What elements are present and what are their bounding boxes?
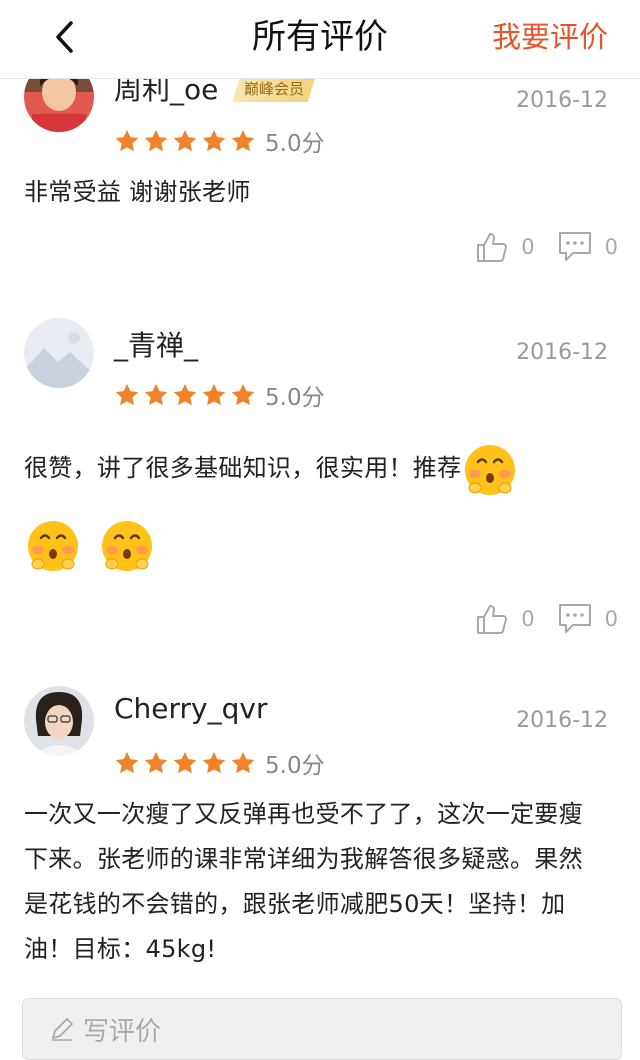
review-actions: 0 0 xyxy=(453,230,618,264)
star-icon xyxy=(173,751,197,774)
rating-stars: 5.0分 xyxy=(114,124,325,158)
star-icon xyxy=(115,383,139,406)
member-badge: 巅峰会员 xyxy=(232,76,317,102)
star-icon xyxy=(115,129,139,152)
review-text: 一次又一次瘦了又反弹再也受不了了，这次一定要瘦下来。张老师的课非常详细为我解答很… xyxy=(24,800,583,963)
star-icon xyxy=(202,383,226,406)
star-icon xyxy=(231,751,255,774)
review-date: 2016-12 xyxy=(516,708,608,733)
star-icon xyxy=(115,751,139,774)
rating-score: 5.0分 xyxy=(265,385,325,411)
star-icon xyxy=(231,129,255,152)
write-review-bar[interactable]: 写评价 xyxy=(22,998,622,1060)
review-text: 非常受益 谢谢张老师 xyxy=(24,178,251,206)
comment-count: 0 xyxy=(604,607,618,631)
review-actions: 0 0 xyxy=(453,602,618,636)
star-icon xyxy=(144,129,168,152)
review-date: 2016-12 xyxy=(516,340,608,365)
comment-count: 0 xyxy=(604,235,618,259)
avatar[interactable] xyxy=(24,686,94,756)
back-button[interactable] xyxy=(44,14,84,60)
like-button[interactable]: 0 xyxy=(475,230,535,264)
review-item: Cherry_qvr 2016-12 5.0分 一次又一次瘦了又反弹再也受不了了… xyxy=(0,666,640,1047)
shy-emoji-icon xyxy=(98,516,156,574)
review-text: 很赞，讲了很多基础知识，很实用！推荐 xyxy=(24,454,462,482)
reviewer-name[interactable]: Cherry_qvr xyxy=(114,692,267,725)
star-icon xyxy=(173,129,197,152)
star-icon xyxy=(231,383,255,406)
star-icon xyxy=(144,751,168,774)
review-item: _青禅_ 2016-12 5.0分 很赞，讲了很多基础知识，很实用！推荐 0 0 xyxy=(0,298,640,667)
thumbs-up-icon xyxy=(477,233,508,262)
rating-score: 5.0分 xyxy=(265,753,325,779)
shy-emoji-icon xyxy=(461,440,519,498)
review-date: 2016-12 xyxy=(516,88,608,113)
rating-stars: 5.0分 xyxy=(114,378,325,412)
reviewer-name[interactable]: _青禅_ xyxy=(114,324,198,364)
nav-header: 所有评价 我要评价 xyxy=(0,0,640,79)
thumbs-up-icon xyxy=(477,605,508,634)
shy-emoji-icon xyxy=(24,516,82,574)
comment-button[interactable]: 0 xyxy=(557,230,618,264)
page-title: 所有评价 xyxy=(252,17,388,57)
comment-icon xyxy=(558,232,591,261)
avatar[interactable] xyxy=(24,318,94,388)
star-icon xyxy=(202,129,226,152)
review-text-block: 很赞，讲了很多基础知识，很实用！推荐 xyxy=(24,430,604,582)
chevron-left-icon xyxy=(56,21,73,53)
star-icon xyxy=(173,383,197,406)
write-review-placeholder: 写评价 xyxy=(83,1016,162,1047)
like-button[interactable]: 0 xyxy=(475,602,535,636)
star-icon xyxy=(202,751,226,774)
like-count: 0 xyxy=(521,235,535,259)
write-review-button[interactable]: 我要评价 xyxy=(492,14,608,60)
rating-stars: 5.0分 xyxy=(114,746,325,780)
comment-button[interactable]: 0 xyxy=(557,602,618,636)
star-icon xyxy=(144,383,168,406)
like-count: 0 xyxy=(521,607,535,631)
comment-icon xyxy=(558,604,591,633)
pen-icon xyxy=(52,1018,73,1041)
rating-score: 5.0分 xyxy=(265,131,325,157)
